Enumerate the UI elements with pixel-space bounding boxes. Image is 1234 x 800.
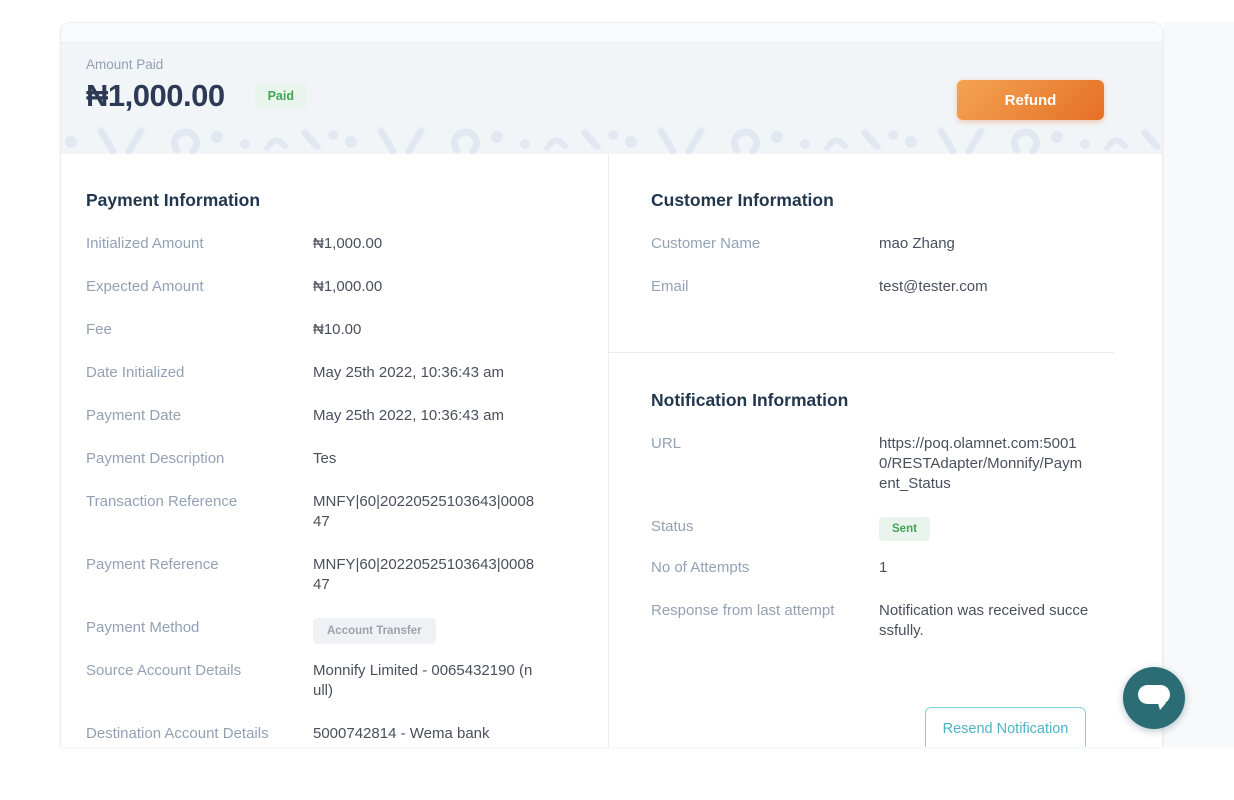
- customer-information-section: Customer Information Customer Name mao Z…: [651, 190, 1162, 297]
- info-row-initialized-amount: Initialized Amount ₦1,000.00: [86, 234, 608, 254]
- right-column: Customer Information Customer Name mao Z…: [608, 154, 1162, 747]
- info-label: Customer Name: [651, 234, 879, 254]
- info-label: Payment Method: [86, 618, 313, 644]
- info-value: test@tester.com: [879, 277, 1089, 297]
- page-background-strip: [1163, 22, 1234, 747]
- payment-summary-header: Amount Paid ₦1,000.00 Paid Refund: [61, 42, 1162, 154]
- amount-paid-label: Amount Paid: [86, 57, 1162, 72]
- info-row-email: Email test@tester.com: [651, 277, 1162, 297]
- chat-widget-button[interactable]: [1123, 667, 1185, 729]
- info-value: MNFY|60|20220525103643|000847: [313, 492, 535, 532]
- info-label: Destination Account Details: [86, 724, 313, 744]
- payment-method-badge: Account Transfer: [313, 618, 436, 644]
- info-label: No of Attempts: [651, 558, 879, 578]
- info-row-payment-description: Payment Description Tes: [86, 449, 608, 469]
- info-label: Date Initialized: [86, 363, 313, 383]
- notification-information-section: Notification Information URL https://poq…: [651, 390, 1162, 747]
- info-value: 1: [879, 558, 1089, 578]
- section-divider: [609, 352, 1114, 353]
- payment-information-section: Payment Information Initialized Amount ₦…: [61, 154, 608, 747]
- info-label: Response from last attempt: [651, 601, 879, 641]
- section-title: Notification Information: [651, 390, 1162, 411]
- info-value: https://poq.olamnet.com:50010/RESTAdapte…: [879, 434, 1089, 494]
- info-row-date-initialized: Date Initialized May 25th 2022, 10:36:43…: [86, 363, 608, 383]
- resend-notification-button[interactable]: Resend Notification: [925, 707, 1086, 747]
- paid-status-badge: Paid: [255, 83, 307, 109]
- info-value: Monnify Limited - 0065432190 (null): [313, 661, 535, 701]
- confetti-pattern: [61, 126, 1162, 154]
- info-row-payment-method: Payment Method Account Transfer: [86, 618, 608, 644]
- info-value: ₦10.00: [313, 320, 535, 340]
- info-label: Source Account Details: [86, 661, 313, 701]
- info-label: Payment Reference: [86, 555, 313, 595]
- section-title: Payment Information: [86, 190, 608, 211]
- info-value: ₦1,000.00: [313, 277, 535, 297]
- info-value: MNFY|60|20220525103643|000847: [313, 555, 535, 595]
- info-label: Fee: [86, 320, 313, 340]
- info-row-customer-name: Customer Name mao Zhang: [651, 234, 1162, 254]
- info-label: Initialized Amount: [86, 234, 313, 254]
- info-value: Notification was received successfully.: [879, 601, 1089, 641]
- info-label: Payment Description: [86, 449, 313, 469]
- sent-status-badge: Sent: [879, 517, 930, 541]
- section-title: Customer Information: [651, 190, 1162, 211]
- info-value: Tes: [313, 449, 535, 469]
- info-row-expected-amount: Expected Amount ₦1,000.00: [86, 277, 608, 297]
- info-value: May 25th 2022, 10:36:43 am: [313, 363, 535, 383]
- detail-columns: Payment Information Initialized Amount ₦…: [61, 154, 1162, 747]
- info-row-fee: Fee ₦10.00: [86, 320, 608, 340]
- transaction-detail-page: Amount Paid ₦1,000.00 Paid Refund: [0, 0, 1234, 800]
- info-label: Status: [651, 517, 879, 541]
- info-row-last-response: Response from last attempt Notification …: [651, 601, 1162, 641]
- info-label: Payment Date: [86, 406, 313, 426]
- info-label: Transaction Reference: [86, 492, 313, 532]
- info-row-payment-reference: Payment Reference MNFY|60|20220525103643…: [86, 555, 608, 595]
- info-label: Expected Amount: [86, 277, 313, 297]
- info-row-source-account: Source Account Details Monnify Limited -…: [86, 661, 608, 701]
- info-value: 5000742814 - Wema bank: [313, 724, 535, 744]
- info-row-attempts: No of Attempts 1: [651, 558, 1162, 578]
- info-value: May 25th 2022, 10:36:43 am: [313, 406, 535, 426]
- info-row-url: URL https://poq.olamnet.com:50010/RESTAd…: [651, 434, 1162, 494]
- info-row-destination-account: Destination Account Details 5000742814 -…: [86, 724, 608, 744]
- info-value: mao Zhang: [879, 234, 1089, 254]
- amount-paid-value: ₦1,000.00: [86, 78, 225, 114]
- info-row-transaction-reference: Transaction Reference MNFY|60|2022052510…: [86, 492, 608, 532]
- info-row-notification-status: Status Sent: [651, 517, 1162, 541]
- info-label: URL: [651, 434, 879, 494]
- info-label: Email: [651, 277, 879, 297]
- card-top-strip: [61, 23, 1162, 42]
- chat-bubble-icon: [1137, 684, 1171, 712]
- refund-button[interactable]: Refund: [957, 80, 1104, 120]
- info-value: ₦1,000.00: [313, 234, 535, 254]
- info-row-payment-date: Payment Date May 25th 2022, 10:36:43 am: [86, 406, 608, 426]
- transaction-card: Amount Paid ₦1,000.00 Paid Refund: [60, 22, 1163, 747]
